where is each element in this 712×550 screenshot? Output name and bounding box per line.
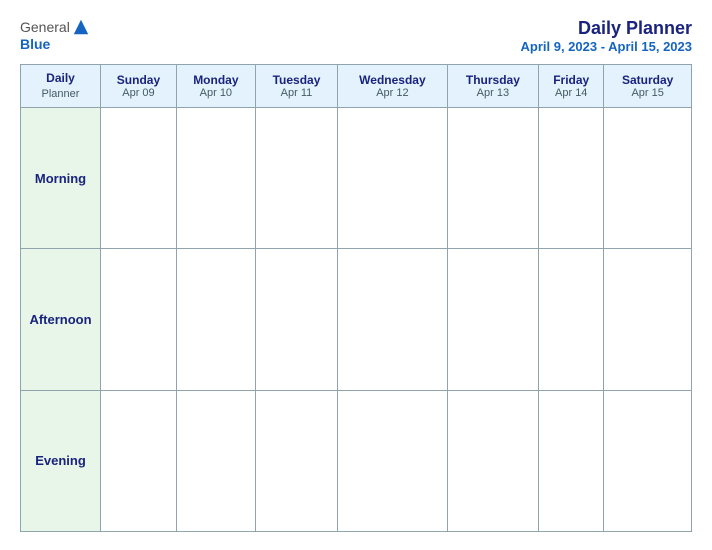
day-date-saturday: Apr 15 <box>608 87 687 99</box>
morning-wednesday-cell[interactable] <box>338 107 447 248</box>
evening-friday-cell[interactable] <box>539 390 604 531</box>
label-header: Daily Planner <box>21 65 101 108</box>
afternoon-wednesday-cell[interactable] <box>338 249 447 390</box>
row-morning: Morning <box>21 107 692 248</box>
day-name-thursday: Thursday <box>452 73 534 87</box>
day-date-tuesday: Apr 11 <box>260 87 333 99</box>
afternoon-thursday-cell[interactable] <box>447 249 538 390</box>
day-date-wednesday: Apr 12 <box>342 87 442 99</box>
day-header-sunday: Sunday Apr 09 <box>101 65 177 108</box>
morning-label: Morning <box>21 107 101 248</box>
day-date-thursday: Apr 13 <box>452 87 534 99</box>
afternoon-saturday-cell[interactable] <box>604 249 692 390</box>
row-afternoon: Afternoon <box>21 249 692 390</box>
logo-general-text: General <box>20 19 70 35</box>
afternoon-tuesday-cell[interactable] <box>255 249 337 390</box>
day-name-saturday: Saturday <box>608 73 687 87</box>
calendar-table: Daily Planner Sunday Apr 09 Monday Apr 1… <box>20 64 692 532</box>
day-header-monday: Monday Apr 10 <box>176 65 255 108</box>
logo: General <box>20 18 90 36</box>
label-header-line2: Planner <box>25 87 96 101</box>
evening-thursday-cell[interactable] <box>447 390 538 531</box>
title-container: Daily Planner April 9, 2023 - April 15, … <box>521 18 693 54</box>
logo-container: General Blue <box>20 18 90 52</box>
evening-label: Evening <box>21 390 101 531</box>
day-header-friday: Friday Apr 14 <box>539 65 604 108</box>
header-row: Daily Planner Sunday Apr 09 Monday Apr 1… <box>21 65 692 108</box>
afternoon-label: Afternoon <box>21 249 101 390</box>
evening-sunday-cell[interactable] <box>101 390 177 531</box>
afternoon-friday-cell[interactable] <box>539 249 604 390</box>
morning-monday-cell[interactable] <box>176 107 255 248</box>
day-name-monday: Monday <box>181 73 251 87</box>
day-name-wednesday: Wednesday <box>342 73 442 87</box>
morning-sunday-cell[interactable] <box>101 107 177 248</box>
day-header-wednesday: Wednesday Apr 12 <box>338 65 447 108</box>
day-date-sunday: Apr 09 <box>105 87 172 99</box>
morning-friday-cell[interactable] <box>539 107 604 248</box>
page-title: Daily Planner <box>521 18 693 39</box>
row-evening: Evening <box>21 390 692 531</box>
morning-saturday-cell[interactable] <box>604 107 692 248</box>
day-date-monday: Apr 10 <box>181 87 251 99</box>
date-range: April 9, 2023 - April 15, 2023 <box>521 39 693 54</box>
day-name-tuesday: Tuesday <box>260 73 333 87</box>
afternoon-sunday-cell[interactable] <box>101 249 177 390</box>
logo-icon <box>72 18 90 36</box>
page-header: General Blue Daily Planner April 9, 2023… <box>20 18 692 54</box>
evening-saturday-cell[interactable] <box>604 390 692 531</box>
evening-wednesday-cell[interactable] <box>338 390 447 531</box>
logo-blue-text: Blue <box>20 36 50 52</box>
morning-thursday-cell[interactable] <box>447 107 538 248</box>
evening-tuesday-cell[interactable] <box>255 390 337 531</box>
day-header-thursday: Thursday Apr 13 <box>447 65 538 108</box>
evening-monday-cell[interactable] <box>176 390 255 531</box>
day-name-sunday: Sunday <box>105 73 172 87</box>
day-date-friday: Apr 14 <box>543 87 599 99</box>
label-header-line1: Daily <box>25 71 96 87</box>
day-name-friday: Friday <box>543 73 599 87</box>
day-header-tuesday: Tuesday Apr 11 <box>255 65 337 108</box>
afternoon-monday-cell[interactable] <box>176 249 255 390</box>
day-header-saturday: Saturday Apr 15 <box>604 65 692 108</box>
morning-tuesday-cell[interactable] <box>255 107 337 248</box>
